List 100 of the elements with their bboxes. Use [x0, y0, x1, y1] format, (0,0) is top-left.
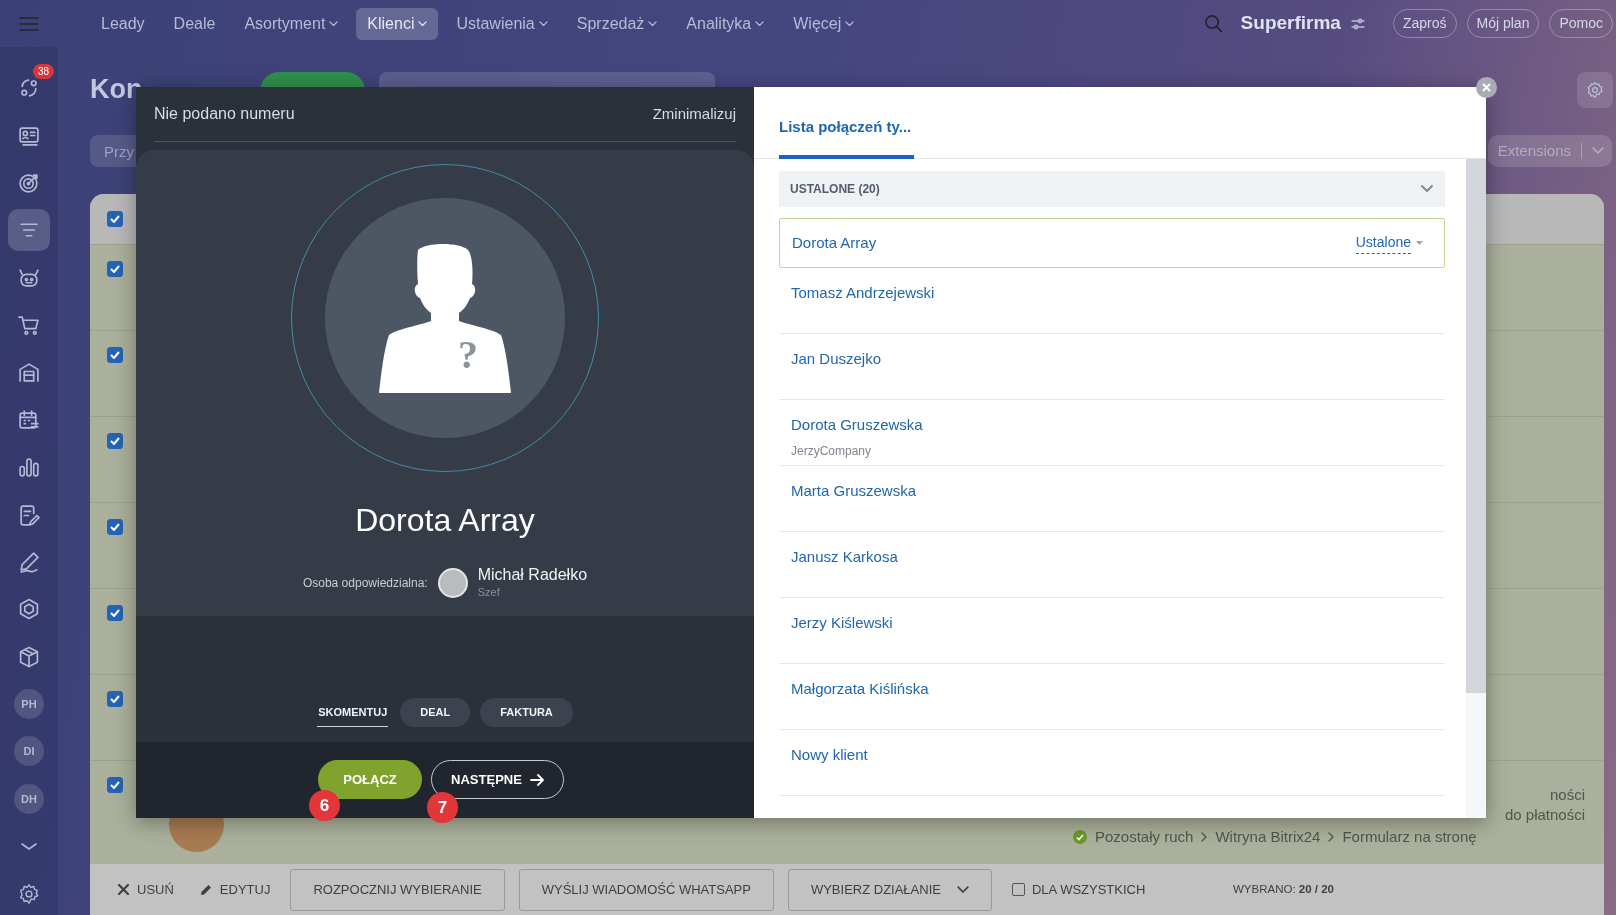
- stage-text: ności: [1548, 785, 1585, 805]
- nav-tab[interactable]: Ustawienia: [445, 7, 559, 40]
- box-icon: [18, 645, 40, 668]
- contact-row[interactable]: Janusz Karkosa: [779, 532, 1445, 598]
- stage-text: do płatności: [1503, 805, 1585, 825]
- hexagon-icon: [18, 598, 40, 621]
- check-icon: [110, 437, 120, 445]
- person-position: Szef: [477, 585, 501, 600]
- contact-name: Marta Gruszewska: [791, 481, 918, 501]
- warehouse-icon: [18, 361, 40, 384]
- question-mark: ?: [458, 332, 478, 377]
- target-icon: [18, 171, 40, 194]
- cart-icon: [18, 313, 40, 336]
- contact-name: Jerzy Kiślewski: [791, 613, 894, 633]
- contact-name: Janusz Karkosa: [791, 547, 899, 567]
- group-header[interactable]: USTALONE (20): [779, 171, 1445, 207]
- user-avatar[interactable]: PH: [14, 689, 44, 720]
- checkbox[interactable]: [107, 777, 123, 793]
- list-tab[interactable]: Lista połączeń ty...: [779, 115, 915, 159]
- chevron-right-icon: [1328, 832, 1335, 842]
- menu-icon: [19, 15, 39, 32]
- contact-row[interactable]: Dorota Gruszewska JerzyCompany: [779, 400, 1445, 466]
- contact-row[interactable]: Tomasz Andrzejewski: [779, 268, 1445, 334]
- nav-tab[interactable]: Sprzedaż: [565, 7, 669, 40]
- checkbox[interactable]: [107, 519, 123, 535]
- calendar-icon: [18, 408, 40, 431]
- edit-button[interactable]: EDYTUJ: [193, 879, 277, 900]
- check-icon: [110, 523, 120, 531]
- chevron-down-icon: [1592, 147, 1604, 155]
- settings-button[interactable]: [1577, 72, 1613, 108]
- contact-name: Małgorzata Kiślińska: [791, 679, 930, 699]
- checkbox-label: DLA WSZYSTKICH: [1031, 880, 1146, 899]
- status-dot-icon: [1073, 830, 1087, 844]
- contact-row[interactable]: Jerzy Kiślewski: [779, 598, 1445, 664]
- action-select[interactable]: WYBIERZ DZIAŁANIE: [787, 868, 992, 911]
- sidebar-item[interactable]: [8, 209, 50, 252]
- contact-name: Tomasz Andrzejewski: [791, 283, 936, 303]
- checkbox[interactable]: [107, 261, 123, 277]
- close-button[interactable]: [1476, 77, 1497, 98]
- action-tab[interactable]: DEAL: [400, 698, 471, 727]
- phone-number: Nie podano numeru: [154, 104, 295, 124]
- breadcrumb-text: Pozostały ruch: [1095, 827, 1194, 847]
- scrollbar[interactable]: [1466, 159, 1486, 818]
- bar-chart-icon: [18, 456, 40, 479]
- check-icon: [110, 781, 120, 789]
- scrollbar-thumb[interactable]: [1466, 159, 1486, 693]
- nav-tab[interactable]: Więcej: [782, 7, 866, 40]
- action-tab[interactable]: SKOMENTUJ: [317, 698, 389, 727]
- checkbox[interactable]: [107, 605, 123, 621]
- user-avatar[interactable]: DH: [14, 783, 44, 814]
- contact-row[interactable]: Jan Duszejko: [779, 334, 1445, 400]
- arrow-right-icon: [529, 773, 544, 786]
- person-name: Michał Radełko: [477, 566, 588, 584]
- status-dropdown[interactable]: Ustalone: [1355, 232, 1423, 254]
- nav-tab[interactable]: Asortyment: [233, 7, 350, 40]
- chevron-down-icon: [20, 842, 38, 851]
- breadcrumb-text: Witryna Bitrix24: [1215, 827, 1321, 847]
- selected-count: WYBRANO: 20 / 20: [1233, 881, 1334, 897]
- document-edit-icon: [18, 503, 40, 526]
- contact-name: Jan Duszejko: [791, 349, 883, 369]
- checkbox[interactable]: [107, 347, 123, 363]
- breadcrumb-text: Formularz na stronę: [1342, 827, 1477, 847]
- id-card-icon: [18, 124, 40, 147]
- checkbox[interactable]: [107, 691, 123, 707]
- contact-row[interactable]: Dorota Array Ustalone: [779, 218, 1445, 268]
- pencil-icon: [199, 883, 212, 896]
- contact-row[interactable]: Małgorzata Kiślińska: [779, 664, 1445, 730]
- contact-name: Dorota Gruszewska: [791, 415, 924, 435]
- robot-icon: [18, 266, 40, 289]
- contact-row[interactable]: Marta Gruszewska: [779, 466, 1445, 532]
- chevron-down-icon: [1421, 185, 1433, 193]
- check-icon: [110, 351, 120, 359]
- checkbox[interactable]: [107, 211, 123, 227]
- close-icon: [1482, 83, 1491, 92]
- chevron-down-icon: [956, 885, 969, 894]
- pen-icon: [18, 550, 40, 573]
- contact-name: Nowy klient: [791, 745, 869, 765]
- nav-tab[interactable]: Analityka: [675, 7, 776, 40]
- contact-row[interactable]: Nowy klient: [779, 730, 1445, 796]
- nav-tab[interactable]: Leady: [90, 7, 156, 40]
- settings-icon: [1586, 81, 1604, 99]
- action-button[interactable]: ROZPOCZNIJ WYBIERANIE: [290, 868, 505, 911]
- checkbox[interactable]: [1011, 883, 1025, 896]
- contact-name: Dorota Array: [355, 501, 535, 540]
- contact-name: Dorota Array: [792, 232, 877, 253]
- check-icon: [110, 215, 120, 223]
- nav-tab[interactable]: Klienci: [356, 7, 439, 40]
- user-avatar[interactable]: DI: [14, 736, 44, 767]
- check-icon: [110, 265, 120, 273]
- delete-button[interactable]: USUŃ: [112, 879, 180, 900]
- caret-icon: [1416, 241, 1423, 245]
- chevron-right-icon: [1201, 832, 1208, 842]
- action-button[interactable]: WYŚLIJ WIADOMOŚĆ WHATSAPP: [518, 868, 774, 911]
- field-label: Osoba odpowiedzialna:: [302, 575, 428, 593]
- nav-tab[interactable]: Deale: [162, 7, 227, 40]
- settings-icon: [18, 882, 40, 905]
- action-tab[interactable]: FAKTURA: [480, 698, 573, 727]
- minimize-link[interactable]: Zminimalizuj: [652, 102, 736, 126]
- checkbox[interactable]: [107, 433, 123, 449]
- group-title: USTALONE (20): [790, 181, 880, 198]
